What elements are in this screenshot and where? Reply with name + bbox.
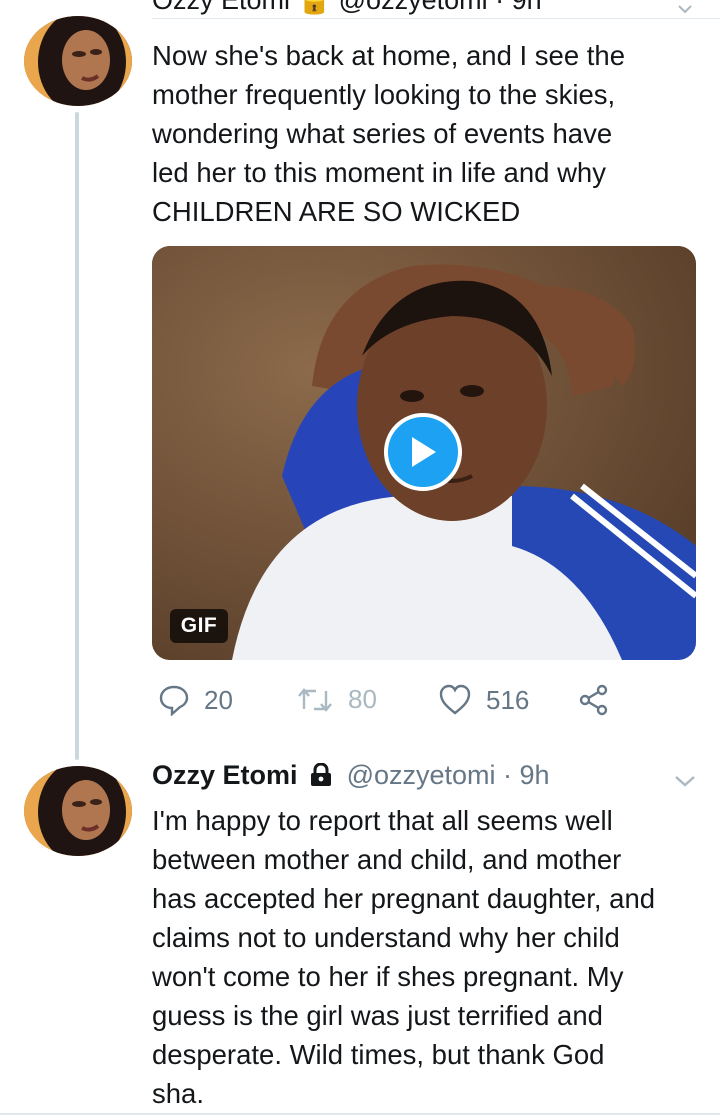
share-icon (579, 684, 608, 716)
like-count: 516 (486, 684, 530, 715)
avatar[interactable] (24, 766, 132, 856)
gif-badge: GIF (170, 609, 228, 643)
reply-count: 20 (204, 684, 233, 715)
share-action[interactable] (578, 684, 610, 716)
chevron-down-icon[interactable] (674, 774, 696, 788)
tweet-text: Now she's back at home, and I see the mo… (152, 40, 626, 227)
tweet-text: I'm happy to report that all seems well … (152, 805, 656, 1109)
avatar[interactable] (24, 16, 132, 106)
retweet-count: 80 (348, 684, 377, 714)
like-action[interactable]: 516 (438, 684, 529, 716)
reply-icon (159, 685, 189, 716)
thread-line (75, 112, 79, 760)
tweet-header: Ozzy Etomi @ozzyetomi · 9h (152, 760, 550, 791)
chevron-down-icon[interactable] (678, 2, 692, 16)
divider (152, 18, 720, 19)
tweet-header-text: Ozzy Etomi 🔒 @ozzyetomi · 9h (152, 0, 542, 15)
tweet-header-cropped: Ozzy Etomi 🔒 @ozzyetomi · 9h (152, 0, 712, 20)
reply-action[interactable]: 20 (158, 684, 233, 716)
user-handle[interactable]: @ozzyetomi (347, 760, 496, 790)
play-button[interactable] (384, 413, 462, 491)
retweet-icon (298, 687, 332, 712)
lock-icon (311, 762, 332, 786)
retweet-action[interactable]: 80 (296, 684, 377, 715)
display-name[interactable]: Ozzy Etomi (152, 760, 298, 790)
tweet-time[interactable]: · 9h (503, 760, 550, 790)
like-icon (439, 684, 471, 715)
play-icon (412, 437, 436, 467)
